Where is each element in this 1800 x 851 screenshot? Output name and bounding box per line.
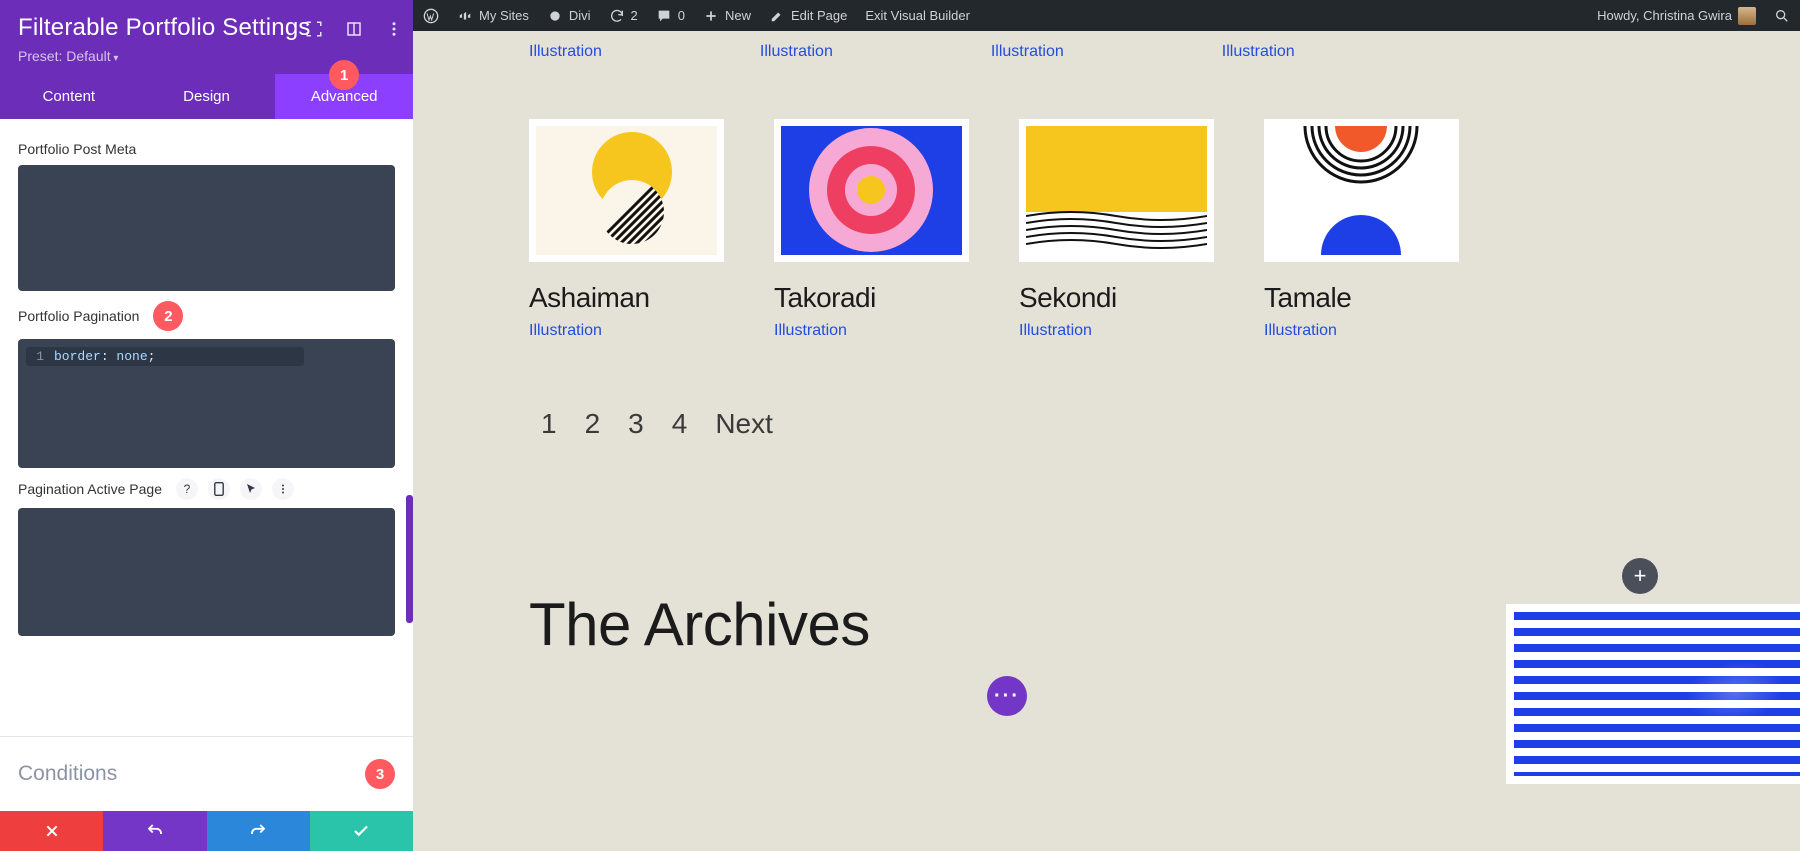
wp-new[interactable]: New xyxy=(703,8,751,24)
card-title: Tamale xyxy=(1264,282,1459,314)
conditions-section[interactable]: Conditions 3 xyxy=(0,736,413,811)
pagination: 1 2 3 4 Next xyxy=(541,408,1800,440)
panel-tabs: Content Design Advanced 1 xyxy=(0,74,413,119)
card-category[interactable]: Illustration xyxy=(529,322,602,340)
wp-edit[interactable]: Edit Page xyxy=(769,8,847,24)
wp-mysites-label: My Sites xyxy=(479,8,529,23)
help-icon[interactable]: ? xyxy=(176,478,198,500)
wp-howdy[interactable]: Howdy, Christina Gwira xyxy=(1597,7,1756,25)
conditions-label: Conditions xyxy=(18,762,117,786)
card-category[interactable]: Illustration xyxy=(1019,322,1092,340)
wp-mysites[interactable]: My Sites xyxy=(457,8,529,24)
portfolio-grid: Ashaiman Illustration Takoradi Illustrat… xyxy=(529,119,1800,340)
thumb xyxy=(774,119,969,262)
builder-menu-button[interactable]: ··· xyxy=(987,676,1027,716)
page-next[interactable]: Next xyxy=(715,408,773,440)
page-link[interactable]: 3 xyxy=(628,408,644,440)
top-category-row: Illustration Illustration Illustration I… xyxy=(529,43,1800,61)
wp-updates-count: 2 xyxy=(631,8,638,23)
callout-badge-2: 2 xyxy=(153,301,183,331)
expand-icon[interactable] xyxy=(305,20,323,38)
label-post-meta-text: Portfolio Post Meta xyxy=(18,141,136,157)
tab-advanced-label: Advanced xyxy=(311,88,378,105)
card-category[interactable]: Illustration xyxy=(774,322,847,340)
thumb xyxy=(1019,119,1214,262)
top-cat-link[interactable]: Illustration xyxy=(760,43,833,61)
avatar xyxy=(1738,7,1756,25)
thumb xyxy=(1264,119,1459,262)
label-pagination: Portfolio Pagination 2 xyxy=(18,301,395,331)
wp-comments[interactable]: 0 xyxy=(656,8,685,24)
code-gutter: 1 xyxy=(30,349,44,364)
callout-badge-3: 3 xyxy=(365,759,395,789)
more-icon[interactable] xyxy=(272,478,294,500)
wp-exit[interactable]: Exit Visual Builder xyxy=(865,8,970,23)
wp-comments-count: 0 xyxy=(678,8,685,23)
settings-panel: Filterable Portfolio Settings Preset: De… xyxy=(0,0,413,851)
callout-badge-1: 1 xyxy=(329,60,359,90)
label-active-page-text: Pagination Active Page xyxy=(18,481,162,497)
search-icon[interactable] xyxy=(1774,8,1790,24)
top-cat-link[interactable]: Illustration xyxy=(991,43,1064,61)
wp-divi-label: Divi xyxy=(569,8,591,23)
code-post-meta[interactable] xyxy=(18,165,395,291)
card-title: Sekondi xyxy=(1019,282,1214,314)
portfolio-card[interactable]: Tamale Illustration xyxy=(1264,119,1459,340)
cancel-button[interactable] xyxy=(0,811,103,851)
wp-edit-label: Edit Page xyxy=(791,8,847,23)
wp-howdy-label: Howdy, Christina Gwira xyxy=(1597,8,1732,23)
archive-thumb xyxy=(1506,604,1800,784)
code-pagination[interactable]: 1 border: none; xyxy=(18,339,395,468)
save-button[interactable] xyxy=(310,811,413,851)
code-prop: border xyxy=(54,349,101,364)
cursor-icon[interactable] xyxy=(240,478,262,500)
tab-advanced[interactable]: Advanced 1 xyxy=(275,74,413,119)
page-content: Illustration Illustration Illustration I… xyxy=(413,43,1800,659)
portfolio-card[interactable]: Ashaiman Illustration xyxy=(529,119,724,340)
label-active-page: Pagination Active Page ? xyxy=(18,478,395,500)
add-section-button[interactable]: + xyxy=(1622,558,1658,594)
panel-header-icons xyxy=(305,20,403,38)
label-pagination-text: Portfolio Pagination xyxy=(18,308,139,324)
page-link[interactable]: 2 xyxy=(585,408,601,440)
portfolio-card[interactable]: Sekondi Illustration xyxy=(1019,119,1214,340)
page-link[interactable]: 4 xyxy=(672,408,688,440)
thumb xyxy=(529,119,724,262)
tab-content[interactable]: Content xyxy=(0,74,138,119)
card-title: Takoradi xyxy=(774,282,969,314)
wp-divi[interactable]: Divi xyxy=(547,8,591,24)
undo-button[interactable] xyxy=(103,811,206,851)
redo-button[interactable] xyxy=(207,811,310,851)
wp-admin-bar: My Sites Divi 2 0 New Edit Page Exit Vis… xyxy=(413,0,1800,31)
page-link[interactable]: 1 xyxy=(541,408,557,440)
code-active-page[interactable] xyxy=(18,508,395,636)
top-cat-link[interactable]: Illustration xyxy=(1222,43,1295,61)
label-post-meta: Portfolio Post Meta xyxy=(18,141,395,157)
kebab-icon[interactable] xyxy=(385,20,403,38)
page-preview: My Sites Divi 2 0 New Edit Page Exit Vis… xyxy=(413,0,1800,851)
wp-updates[interactable]: 2 xyxy=(609,8,638,24)
code-val: none xyxy=(116,349,147,364)
column-icon[interactable] xyxy=(345,20,363,38)
phone-icon[interactable] xyxy=(208,478,230,500)
portfolio-card[interactable]: Takoradi Illustration xyxy=(774,119,969,340)
card-title: Ashaiman xyxy=(529,282,724,314)
panel-footer xyxy=(0,811,413,851)
top-cat-link[interactable]: Illustration xyxy=(529,43,602,61)
wp-logo[interactable] xyxy=(423,8,439,24)
panel-body: Portfolio Post Meta Portfolio Pagination… xyxy=(0,119,413,736)
card-category[interactable]: Illustration xyxy=(1264,322,1337,340)
scroll-thumb[interactable] xyxy=(406,495,413,623)
wp-new-label: New xyxy=(725,8,751,23)
tab-design[interactable]: Design xyxy=(138,74,276,119)
